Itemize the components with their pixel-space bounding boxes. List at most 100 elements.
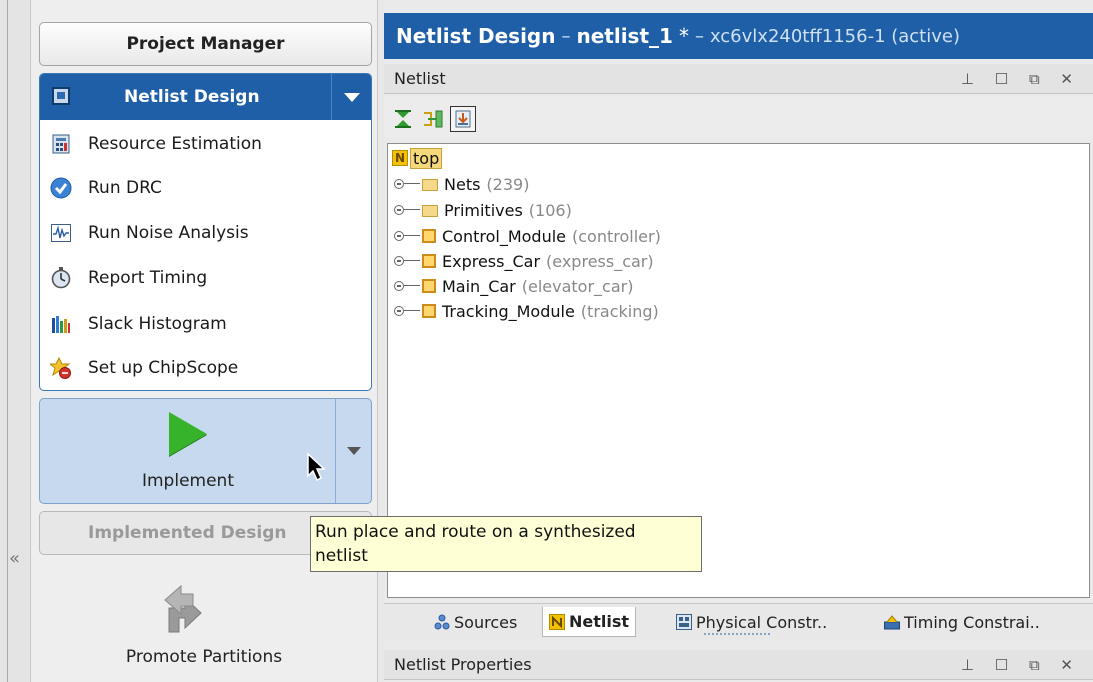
expand-toggle-icon[interactable]: [392, 299, 422, 323]
tooltip-line-2: netlist: [315, 546, 368, 566]
report-timing-label: Report Timing: [88, 268, 208, 288]
tab-netlist[interactable]: Netlist: [542, 607, 637, 637]
cell-icon: [422, 254, 436, 268]
calculator-icon: [50, 133, 72, 155]
tab-timing-constraints[interactable]: Timing Constrai..: [878, 607, 1046, 637]
tree-row-primitives[interactable]: Primitives (106): [392, 198, 572, 222]
slack-histogram-item[interactable]: Slack Histogram: [50, 309, 227, 339]
expand-toggle-icon[interactable]: [392, 198, 422, 222]
tooltip-line-1: Run place and route on a synthesized: [315, 522, 636, 542]
promote-partitions-icon[interactable]: [155, 582, 211, 634]
collapse-left-icon[interactable]: «: [9, 548, 20, 569]
cell-icon: [422, 304, 436, 318]
run-drc-item[interactable]: Run DRC: [50, 173, 162, 203]
netlist-toolbar: [384, 97, 1093, 137]
view-title-bar: Netlist Design – netlist_1 * – xc6vlx240…: [384, 13, 1093, 59]
tree-item-detail: (tracking): [580, 301, 659, 321]
flow-navigator: Project Manager Netlist Design Resource …: [30, 0, 378, 682]
resource-estimation-label: Resource Estimation: [88, 134, 262, 154]
tree-row-express-car[interactable]: Express_Car (express_car): [392, 249, 654, 273]
tree-row-main-car[interactable]: Main_Car (elevator_car): [392, 274, 633, 298]
run-noise-analysis-item[interactable]: Run Noise Analysis: [50, 218, 249, 248]
implement-button[interactable]: Implement: [40, 399, 336, 503]
set-up-chipscope-label: Set up ChipScope: [88, 358, 239, 378]
set-up-chipscope-item[interactable]: Set up ChipScope: [50, 353, 238, 383]
part-name: xc6vlx240tff1156-1 (active): [709, 25, 960, 47]
histogram-icon: [50, 313, 72, 335]
netlist-design-icon: [52, 87, 70, 105]
folder-icon: [422, 205, 438, 217]
netlist-icon: [549, 613, 565, 630]
design-name: netlist_1: [576, 24, 673, 48]
tree-row-tracking-module[interactable]: Tracking_Module (tracking): [392, 299, 659, 323]
tab-label: Sources: [454, 612, 518, 632]
mouse-pointer-icon: [306, 452, 328, 484]
run-noise-analysis-label: Run Noise Analysis: [88, 223, 249, 243]
implement-label: Implement: [141, 471, 234, 491]
report-timing-item[interactable]: Report Timing: [50, 263, 207, 293]
project-manager-button[interactable]: Project Manager: [39, 22, 372, 66]
title-dash-2: –: [694, 25, 704, 47]
title-dash: –: [561, 25, 571, 47]
tree-item-detail: (elevator_car): [521, 276, 634, 296]
strip-divider: [7, 0, 8, 682]
check-circle-icon: [50, 177, 72, 199]
tree-item-detail: (239): [486, 174, 530, 194]
implement-tooltip: Run place and route on a synthesized net…: [310, 516, 702, 572]
tree-row-control-module[interactable]: Control_Module (controller): [392, 224, 661, 248]
promote-partitions-label[interactable]: Promote Partitions: [31, 647, 377, 667]
tab-label: Timing Constrai..: [904, 612, 1040, 632]
resize-handle[interactable]: [704, 633, 770, 635]
tree-item-detail: (express_car): [546, 251, 654, 271]
stopwatch-icon: [50, 267, 72, 289]
show-hierarchy-icon[interactable]: [450, 106, 476, 132]
netlist-design-title: Netlist Design: [124, 87, 260, 107]
tree-item-label: Control_Module: [442, 226, 567, 246]
expand-toggle-icon[interactable]: [392, 249, 422, 273]
play-icon: [169, 412, 207, 456]
tab-sources[interactable]: Sources: [428, 607, 523, 637]
sources-icon: [434, 614, 450, 630]
collapse-all-icon[interactable]: [390, 106, 416, 132]
tree-item-label: Main_Car: [442, 276, 516, 296]
physical-constraints-icon: [676, 614, 692, 630]
netlist-design-dropdown-button[interactable]: [331, 74, 371, 120]
tree-item-detail: (controller): [572, 226, 661, 246]
expand-all-icon[interactable]: [420, 106, 446, 132]
netlist-design-header[interactable]: Netlist Design: [40, 74, 371, 120]
implement-dropdown-button[interactable]: [335, 399, 371, 503]
netlist-design-section: Netlist Design Resource Estimation Run D…: [39, 73, 372, 391]
waveform-icon: [50, 222, 72, 244]
resource-estimation-item[interactable]: Resource Estimation: [50, 129, 262, 159]
panel-tabs: Sources Netlist Physical Constr.. Timing…: [384, 603, 1093, 639]
slack-histogram-label: Slack Histogram: [88, 314, 227, 334]
netlist-panel-header[interactable]: Netlist ⊥ ☐ ⧉ ✕: [384, 64, 1093, 94]
tree-item-label: Tracking_Module: [442, 301, 575, 321]
tree-row-nets[interactable]: Nets (239): [392, 172, 529, 196]
expand-toggle-icon[interactable]: [392, 274, 422, 298]
tree-root-label: top: [410, 147, 443, 169]
tree-item-label: Primitives: [444, 200, 523, 220]
modified-marker: *: [678, 24, 689, 48]
tab-label: Physical Constr..: [696, 612, 828, 632]
panel-window-controls[interactable]: ⊥ ☐ ⧉ ✕: [961, 70, 1081, 88]
expand-toggle-icon[interactable]: [392, 224, 422, 248]
tree-item-label: Nets: [444, 174, 481, 194]
netlist-root-icon: N: [392, 150, 408, 166]
folder-icon: [422, 179, 438, 191]
netlist-properties-header[interactable]: Netlist Properties ⊥ ☐ ⧉ ✕: [384, 650, 1093, 680]
tab-label: Netlist: [569, 612, 630, 631]
netlist-panel-title: Netlist: [394, 69, 446, 88]
tree-item-label: Express_Car: [442, 251, 541, 271]
tree-root-top[interactable]: N top: [392, 146, 443, 170]
expand-toggle-icon[interactable]: [392, 172, 422, 196]
properties-window-controls[interactable]: ⊥ ☐ ⧉ ✕: [961, 656, 1081, 674]
main-area: Netlist Design – netlist_1 * – xc6vlx240…: [384, 0, 1093, 682]
cell-icon: [422, 229, 436, 243]
left-collapse-strip: «: [0, 0, 30, 682]
timing-constraints-icon: [884, 614, 900, 630]
cell-icon: [422, 279, 436, 293]
view-name: Netlist Design: [396, 24, 556, 48]
netlist-properties-title: Netlist Properties: [394, 655, 532, 674]
tree-item-detail: (106): [528, 200, 572, 220]
